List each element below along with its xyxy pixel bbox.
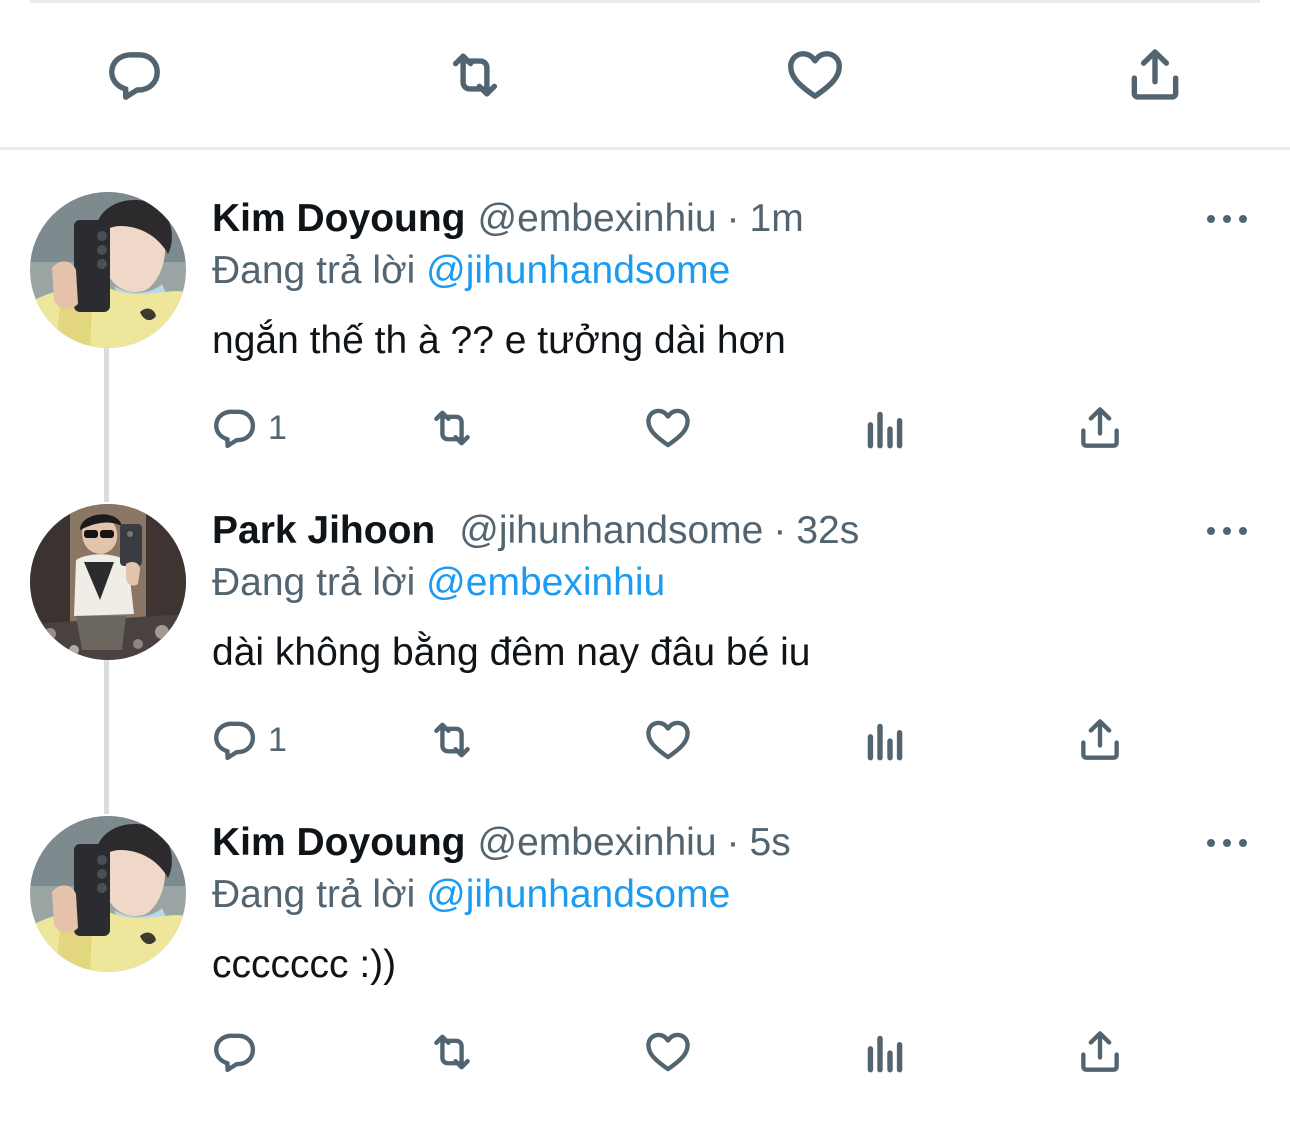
tweet-header: Kim Doyoung @embexinhiu · 5s xyxy=(212,818,1192,868)
more-options-button[interactable] xyxy=(1197,197,1257,241)
retweet-icon xyxy=(434,1034,470,1070)
timestamp[interactable]: 5s xyxy=(750,821,791,864)
user-handle[interactable]: @embexinhiu xyxy=(477,197,716,240)
section-divider xyxy=(0,147,1290,150)
heart-icon xyxy=(788,51,842,99)
reply-icon xyxy=(214,721,256,761)
reply-button[interactable]: 1 xyxy=(210,712,287,768)
heart-icon xyxy=(646,1032,690,1072)
share-button[interactable] xyxy=(1075,1024,1125,1080)
tweet-header: Park Jihoon @jihunhandsome · 32s xyxy=(212,506,1192,556)
avatar[interactable] xyxy=(30,192,186,348)
reply-button[interactable]: 1 xyxy=(210,400,287,456)
analytics-button[interactable] xyxy=(860,712,910,768)
tweet-actions: 1 xyxy=(0,712,1290,768)
tweet-actions: 1 xyxy=(0,400,1290,456)
reply-count: 1 xyxy=(268,721,287,759)
user-handle[interactable]: @jihunhandsome xyxy=(459,509,763,552)
separator-dot: · xyxy=(726,197,740,240)
reply-button[interactable] xyxy=(95,35,175,115)
analytics-button[interactable] xyxy=(860,400,910,456)
tweet-header: Kim Doyoung @embexinhiu · 1m xyxy=(212,194,1192,244)
replying-to-line: Đang trả lời @jihunhandsome xyxy=(212,246,1112,296)
profile-photo xyxy=(30,816,186,972)
top-divider xyxy=(30,0,1260,3)
main-tweet-actions xyxy=(0,35,1290,115)
reply-button[interactable] xyxy=(210,1024,268,1080)
profile-photo xyxy=(30,192,186,348)
share-icon xyxy=(1131,49,1179,100)
retweet-button[interactable] xyxy=(427,1024,477,1080)
replying-to-mention[interactable]: @jihunhandsome xyxy=(426,249,730,292)
retweet-button[interactable] xyxy=(427,712,477,768)
analytics-icon xyxy=(867,411,903,449)
replying-to-line: Đang trả lời @jihunhandsome xyxy=(212,870,1112,920)
analytics-button[interactable] xyxy=(860,1024,910,1080)
replying-to-mention[interactable]: @jihunhandsome xyxy=(426,873,730,916)
profile-photo xyxy=(30,504,186,660)
like-button[interactable] xyxy=(775,35,855,115)
separator-dot: · xyxy=(726,821,740,864)
display-name[interactable]: Kim Doyoung xyxy=(212,821,465,864)
share-button[interactable] xyxy=(1115,35,1195,115)
share-icon xyxy=(1081,1031,1119,1072)
separator-dot: · xyxy=(773,509,787,552)
replying-to-mention[interactable]: @embexinhiu xyxy=(426,561,665,604)
tweet-text: dài không bằng đêm nay đâu bé iu xyxy=(212,631,811,674)
avatar[interactable] xyxy=(30,504,186,660)
replying-to-prefix: Đang trả lời xyxy=(212,249,416,292)
share-button[interactable] xyxy=(1075,400,1125,456)
retweet-icon xyxy=(434,722,470,758)
share-icon xyxy=(1081,719,1119,760)
analytics-icon xyxy=(867,723,903,761)
heart-icon xyxy=(646,408,690,448)
reply-icon xyxy=(109,52,160,100)
share-icon xyxy=(1081,407,1119,448)
more-icon xyxy=(1207,839,1247,847)
reply-tweet[interactable]: Kim Doyoung @embexinhiu · 1m Đang trả lời @… xyxy=(0,192,1290,502)
timestamp[interactable]: 1m xyxy=(750,197,804,240)
like-button[interactable] xyxy=(643,1024,693,1080)
reply-count: 1 xyxy=(268,409,287,447)
like-button[interactable] xyxy=(643,712,693,768)
replying-to-line: Đang trả lời @embexinhiu xyxy=(212,558,1112,608)
retweet-icon xyxy=(452,53,498,97)
reply-icon xyxy=(214,409,256,449)
tweet-text: ngắn thế th à ?? e tưởng dài hơn xyxy=(212,319,786,362)
replying-to-prefix: Đang trả lời xyxy=(212,873,416,916)
tweet-actions xyxy=(0,1024,1290,1080)
reply-icon xyxy=(214,1033,256,1073)
display-name[interactable]: Park Jihoon xyxy=(212,509,435,552)
reply-tweet[interactable]: Park Jihoon @jihunhandsome · 32s Đang trả l… xyxy=(0,504,1290,814)
tweet-text: ccccccc :)) xyxy=(212,943,397,986)
more-options-button[interactable] xyxy=(1197,509,1257,553)
display-name[interactable]: Kim Doyoung xyxy=(212,197,465,240)
more-icon xyxy=(1207,527,1247,535)
like-button[interactable] xyxy=(643,400,693,456)
analytics-icon xyxy=(867,1035,903,1073)
share-button[interactable] xyxy=(1075,712,1125,768)
retweet-icon xyxy=(434,410,470,446)
more-options-button[interactable] xyxy=(1197,821,1257,865)
replying-to-prefix: Đang trả lời xyxy=(212,561,416,604)
avatar[interactable] xyxy=(30,816,186,972)
retweet-button[interactable] xyxy=(427,400,477,456)
retweet-button[interactable] xyxy=(435,35,515,115)
user-handle[interactable]: @embexinhiu xyxy=(477,821,716,864)
heart-icon xyxy=(646,720,690,760)
timestamp[interactable]: 32s xyxy=(796,509,859,552)
more-icon xyxy=(1207,215,1247,223)
